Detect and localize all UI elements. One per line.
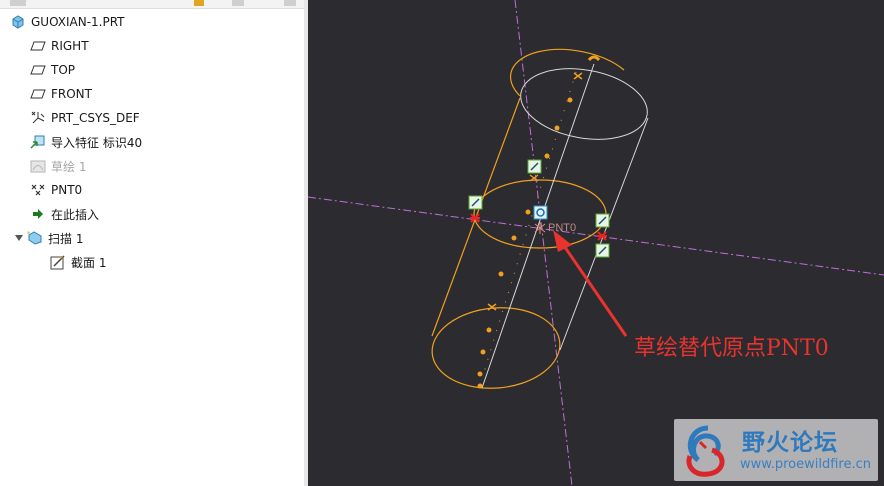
trajectory-point [498, 271, 504, 277]
tree-item-label: PRT_CSYS_DEF [51, 111, 140, 125]
constraint-icon [595, 213, 610, 228]
tree-item-label: TOP [51, 63, 76, 77]
tree-item-import-feature[interactable]: 导入特征 标识40 [30, 132, 142, 152]
trajectory-point [477, 371, 483, 377]
top-ellipse-back [520, 68, 648, 140]
graphics-viewport[interactable]: PNT0 [308, 0, 884, 486]
model-tree-panel: GUOXIAN-1.PRT RIGHT TOP FRONT PRT_CSYS_D… [0, 0, 305, 486]
pnt0-label: PNT0 [548, 222, 576, 234]
trajectory-point [554, 125, 560, 131]
trajectory-point [525, 209, 531, 215]
annotation-text: 草绘替代原点PNT0 [634, 336, 829, 361]
watermark-title: 野火论坛 [742, 430, 838, 456]
tree-item-label: GUOXIAN-1.PRT [31, 15, 125, 29]
vertex-marker [573, 72, 583, 80]
forum-logo-icon [686, 425, 725, 477]
tree-item-pnt0[interactable]: PNT0 [30, 180, 82, 200]
tree-item-insert-here[interactable]: 在此插入 [30, 204, 99, 224]
datum-axis-horizontal [308, 196, 884, 276]
tree-item-front[interactable]: FRONT [30, 84, 92, 104]
tree-item-label: 导入特征 标识40 [51, 135, 143, 150]
trajectory-point [567, 97, 573, 103]
watermark: 野火论坛 www.proewildfire.cn [674, 419, 878, 481]
tree-item-label: FRONT [51, 87, 92, 101]
collapse-triangle-icon[interactable] [14, 230, 24, 246]
sweep-feature-icon: * [27, 230, 43, 246]
tree-item-part[interactable]: GUOXIAN-1.PRT [10, 12, 125, 32]
trajectory-point [544, 153, 550, 159]
watermark-url: www.proewildfire.cn [740, 457, 871, 472]
trajectory-point [477, 383, 483, 389]
tree-item-label: 在此插入 [51, 207, 100, 222]
datum-point-icon [30, 182, 46, 198]
datum-plane-icon [30, 38, 46, 54]
tree-item-label: PNT0 [51, 183, 83, 197]
annotation-arrow [558, 239, 628, 337]
tree-item-label: RIGHT [51, 39, 89, 53]
filter-icon[interactable] [284, 0, 296, 6]
tree-item-label: 草绘 1 [51, 159, 87, 174]
start-point-marker [587, 55, 601, 62]
top-ellipse-front [510, 48, 625, 97]
vertex-marker [487, 303, 497, 311]
constraint-icon [595, 243, 610, 258]
tree-item-csys[interactable]: PRT_CSYS_DEF [30, 108, 140, 128]
constraint-icon [468, 195, 483, 210]
model-graphics: PNT0 [308, 0, 884, 486]
datum-plane-icon [30, 62, 46, 78]
tree-item-label: 扫描 1 [48, 231, 84, 246]
tree-item-sketch[interactable]: 草绘 1 [30, 156, 86, 176]
tree-item-top[interactable]: TOP [30, 60, 75, 80]
toolbar-title-fragment [10, 0, 26, 6]
trajectory-point [511, 235, 517, 241]
tree-item-label: 截面 1 [71, 255, 107, 270]
part-icon [10, 14, 26, 30]
tree-item-sweep[interactable]: * 扫描 1 [14, 228, 83, 248]
constraint-icon [527, 159, 542, 174]
tree-item-section[interactable]: * 截面 1 [50, 252, 106, 272]
sketch-icon [30, 158, 46, 174]
import-feature-icon [30, 134, 46, 150]
trajectory-point [480, 349, 486, 355]
trajectory-point [486, 327, 492, 333]
section-sketch-icon: * [50, 254, 66, 270]
settings-icon[interactable] [194, 0, 204, 6]
datum-plane-icon [30, 86, 46, 102]
origin-icon [533, 205, 548, 220]
svg-text:*: * [60, 255, 64, 263]
show-icon[interactable] [232, 0, 244, 6]
csys-icon [30, 110, 46, 126]
tree-item-right[interactable]: RIGHT [30, 36, 89, 56]
insert-here-arrow-icon [30, 206, 46, 222]
model-tree-toolbar [0, 0, 304, 9]
svg-text:*: * [27, 230, 31, 238]
